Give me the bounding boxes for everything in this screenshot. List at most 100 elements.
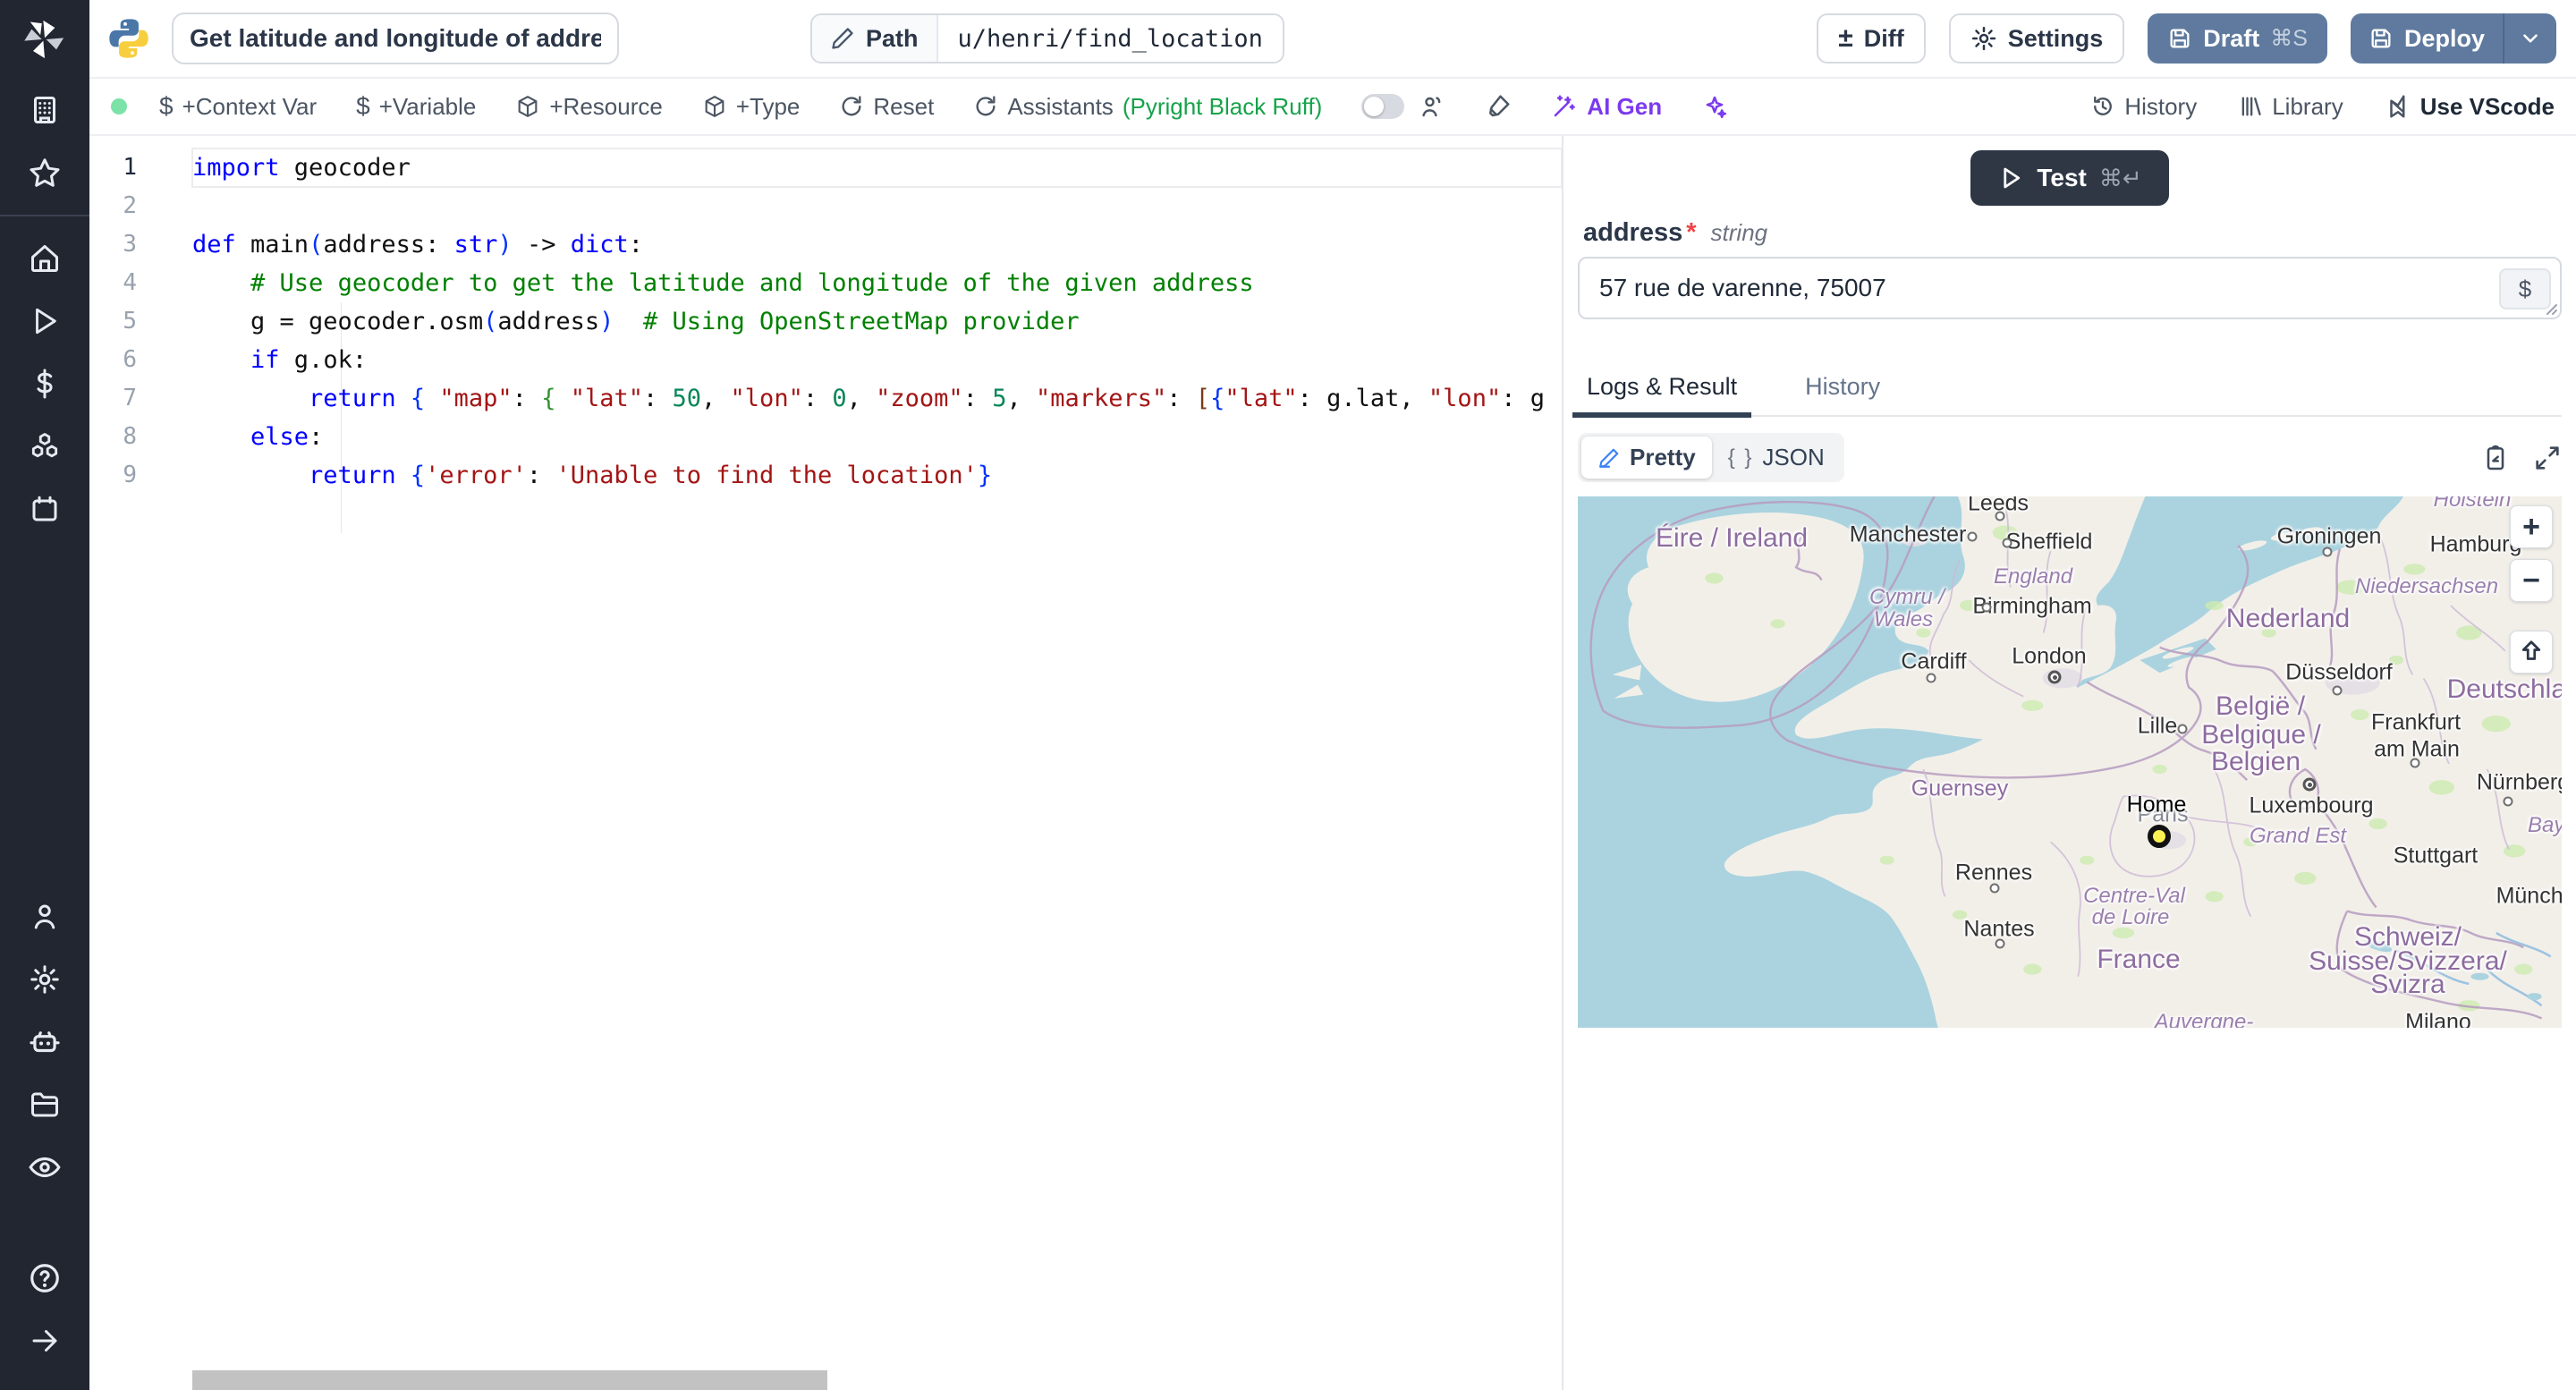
code-line[interactable]: 6 if g.ok: <box>89 341 1562 379</box>
collapse-arrow-right-icon[interactable] <box>0 1309 89 1372</box>
code-line[interactable]: 1 import geocoder <box>89 148 1562 188</box>
map-label: Nederland <box>2225 604 2351 633</box>
map-label: Stuttgart <box>2393 843 2479 869</box>
code-line[interactable]: 7 return { "map": { "lat": 50, "lon": 0,… <box>89 379 1562 418</box>
eye-audit-icon[interactable] <box>0 1136 89 1199</box>
address-input[interactable] <box>1578 257 2562 319</box>
map-label: Wales <box>1873 607 1934 631</box>
multiplayer-toggle[interactable] <box>1361 94 1405 119</box>
map-city-dot <box>2410 758 2420 768</box>
code-editor[interactable]: 1 import geocoder 2 3 def main(address: str)… <box>89 136 1563 1390</box>
map-label: Rennes <box>1954 860 2033 886</box>
map-label: Grand Est <box>2249 824 2347 848</box>
expand-icon[interactable] <box>2533 444 2562 472</box>
arg-type: string <box>1710 219 1768 246</box>
windmill-logo-icon[interactable] <box>0 0 89 79</box>
add-resource-button[interactable]: +Resource <box>515 93 663 121</box>
code-line[interactable]: 9 return {'error': 'Unable to find the l… <box>89 456 1562 495</box>
gear-icon <box>1971 26 1996 51</box>
history-button[interactable]: History <box>2090 93 2197 121</box>
diff-button[interactable]: ± Diff <box>1817 13 1926 64</box>
line-number: 8 <box>123 423 137 450</box>
library-button[interactable]: Library <box>2238 93 2343 121</box>
schedules-calendar-icon[interactable] <box>0 478 89 540</box>
map-recenter-button[interactable] <box>2510 631 2553 674</box>
reset-button[interactable]: Reset <box>839 93 934 121</box>
resources-cubes-icon[interactable] <box>0 415 89 478</box>
map-city-dot <box>1926 673 1936 683</box>
map-labels: Éire / Ireland Leeds Manchester Sheffield En… <box>1578 496 2562 1028</box>
top-header: Path u/henri/find_location ± Diff Settin… <box>89 0 2576 79</box>
map-label: Groningen <box>2276 523 2382 549</box>
map-label: Nürnberg <box>2476 769 2562 795</box>
gear-icon[interactable] <box>0 948 89 1011</box>
ai-gen-button[interactable]: AI Gen <box>1551 93 1662 121</box>
dollar-icon: $ <box>159 92 174 120</box>
save-icon <box>2371 29 2391 48</box>
help-icon[interactable] <box>0 1247 89 1309</box>
horizontal-scrollbar[interactable] <box>192 1370 827 1390</box>
folder-icon[interactable] <box>0 1073 89 1136</box>
package-icon <box>705 96 724 117</box>
robot-workers-icon[interactable] <box>0 1011 89 1073</box>
path-widget[interactable]: Path u/henri/find_location <box>810 13 1284 64</box>
sidebar <box>0 0 89 1390</box>
map-label: België / <box>2215 691 2306 721</box>
star-icon[interactable] <box>0 141 89 204</box>
map-label: Lille <box>2137 713 2178 739</box>
sidebar-divider <box>0 215 89 216</box>
home-marker[interactable] <box>2148 825 2171 848</box>
line-number: 9 <box>123 462 137 488</box>
deploy-dropdown-button[interactable] <box>2504 13 2556 64</box>
code-line[interactable]: 3 def main(address: str) -> dict: <box>89 225 1562 264</box>
required-asterisk: * <box>1686 218 1697 247</box>
sparkles-icon[interactable] <box>1701 93 1728 120</box>
path-value[interactable]: u/henri/find_location <box>937 15 1283 62</box>
map-zoom-in-button[interactable]: + <box>2510 505 2553 548</box>
copy-clipboard-icon[interactable] <box>2481 444 2510 472</box>
arrow-up-icon <box>2521 640 2541 660</box>
deploy-button[interactable]: Deploy <box>2351 13 2503 64</box>
home-icon[interactable] <box>0 227 89 290</box>
line-number: 6 <box>123 346 137 373</box>
map-label: Milano <box>2405 1009 2471 1029</box>
line-number: 7 <box>123 385 137 411</box>
script-title-input[interactable] <box>172 13 619 64</box>
map-city-dot <box>2302 777 2317 792</box>
tab-history[interactable]: History <box>1796 360 1889 415</box>
add-type-button[interactable]: +Type <box>702 93 800 121</box>
add-variable-button[interactable]: $ +Variable <box>356 92 476 121</box>
json-view-button[interactable]: { } JSON <box>1712 436 1841 479</box>
draft-button[interactable]: Draft ⌘S <box>2148 13 2327 64</box>
awareness-user-icon[interactable] <box>1419 93 1445 120</box>
pretty-view-button[interactable]: Pretty <box>1581 436 1712 479</box>
code-line[interactable]: 4 # Use geocoder to get the latitude and… <box>89 264 1562 302</box>
runs-play-icon[interactable] <box>0 290 89 352</box>
assistants-button[interactable]: Assistants (Pyright Black Ruff) <box>973 93 1322 121</box>
map-label: Niedersachsen <box>2354 574 2499 598</box>
package-icon <box>518 96 538 117</box>
map-label: Manchester <box>1849 521 1967 547</box>
use-vscode-button[interactable]: Use VScode <box>2385 93 2555 121</box>
format-brush-icon[interactable] <box>1485 93 1512 120</box>
code-line[interactable]: 2 <box>89 187 1562 225</box>
result-map[interactable]: Éire / Ireland Leeds Manchester Sheffield En… <box>1578 496 2562 1028</box>
settings-button[interactable]: Settings <box>1948 13 2125 64</box>
map-label: Guernsey <box>1911 776 2009 801</box>
add-context-var-button[interactable]: $ +Context Var <box>159 92 317 121</box>
test-button[interactable]: Test ⌘↵ <box>1970 150 2169 206</box>
tab-logs-result[interactable]: Logs & Result <box>1572 360 1752 418</box>
building-icon[interactable] <box>0 79 89 141</box>
line-number: 3 <box>123 231 137 258</box>
map-city-dot <box>1989 883 2000 894</box>
map-label: Belgien <box>2210 747 2301 776</box>
map-zoom-out-button[interactable]: − <box>2510 559 2553 602</box>
map-city-dot <box>1995 938 2005 949</box>
dollar-variables-icon[interactable] <box>0 352 89 415</box>
code-line[interactable]: 5 g = geocoder.osm(address) # Using Open… <box>89 302 1562 341</box>
wand-icon <box>1555 95 1576 117</box>
code-line[interactable]: 8 else: <box>89 418 1562 456</box>
resize-handle[interactable] <box>2542 300 2558 316</box>
user-icon[interactable] <box>0 886 89 948</box>
editor-toolbar: $ +Context Var $ +Variable +Resource +Ty… <box>89 79 2576 136</box>
